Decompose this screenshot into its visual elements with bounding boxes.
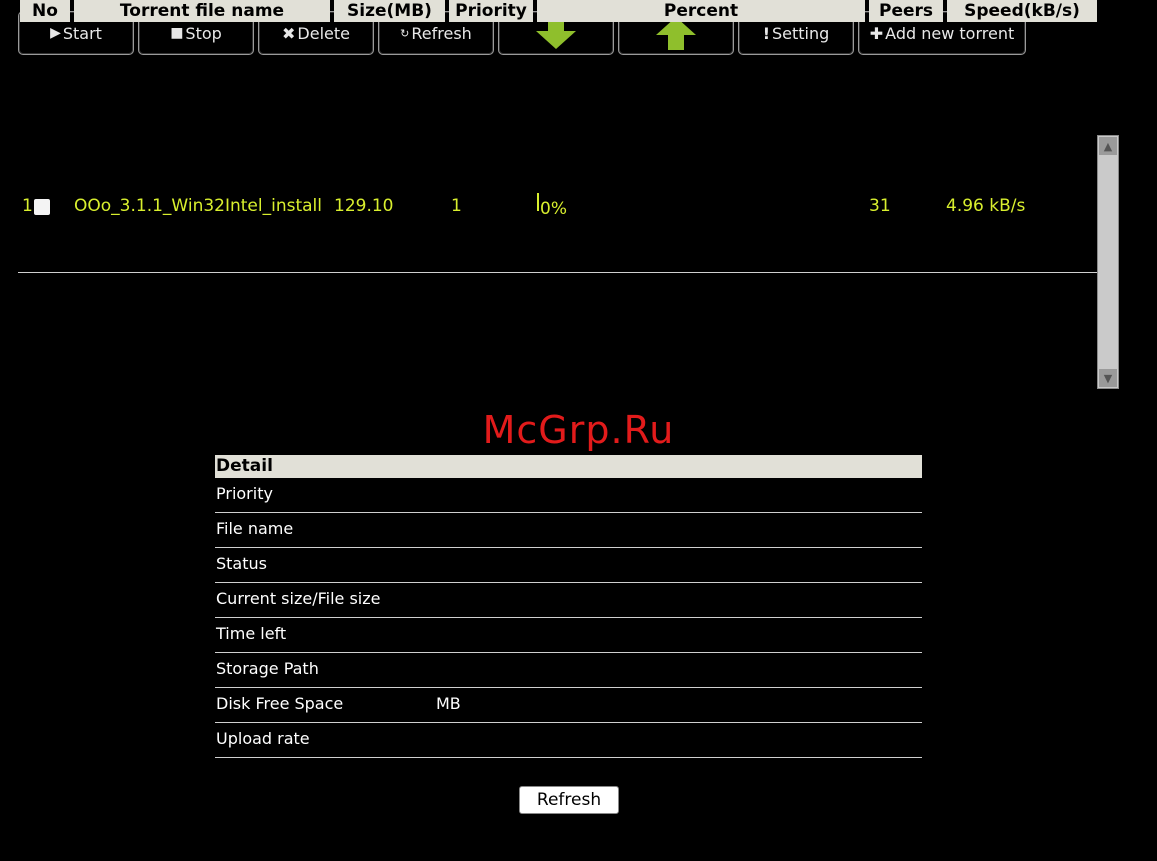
col-header-size: Size(MB) xyxy=(334,0,445,22)
col-header-name: Torrent file name xyxy=(74,0,330,22)
detail-row: Priority xyxy=(215,478,922,513)
x-icon: ✖ xyxy=(282,23,296,43)
scroll-up-icon[interactable]: ▲ xyxy=(1099,137,1117,155)
row-name: OOo_3.1.1_Win32Intel_install xyxy=(74,196,323,216)
col-header-peers: Peers xyxy=(869,0,943,22)
row-size: 129.10 xyxy=(334,196,394,216)
row-peers: 31 xyxy=(869,196,891,216)
detail-value: MB xyxy=(436,694,461,713)
exclamation-icon: ! xyxy=(762,23,770,43)
detail-label: Current size/File size xyxy=(216,589,381,608)
col-header-priority: Priority xyxy=(449,0,533,22)
play-icon: ▶ xyxy=(50,25,61,41)
detail-title: Detail xyxy=(215,455,922,478)
plus-icon: ✚ xyxy=(869,23,884,43)
watermark: McGrp.Ru xyxy=(482,408,675,452)
detail-label: Upload rate xyxy=(216,729,310,748)
row-percent: 0% xyxy=(537,190,617,222)
detail-label: Time left xyxy=(216,624,287,643)
detail-row: Disk Free Space MB xyxy=(215,688,922,723)
row-checkbox[interactable] xyxy=(34,199,50,215)
table-row[interactable]: 1 OOo_3.1.1_Win32Intel_install 129.10 1 … xyxy=(0,190,1100,222)
detail-row: Storage Path xyxy=(215,653,922,688)
row-priority: 1 xyxy=(451,196,462,216)
detail-row: Upload rate xyxy=(215,723,922,758)
detail-label: Status xyxy=(216,554,267,573)
refresh-icon: ↻ xyxy=(400,26,410,40)
row-speed: 4.96 kB/s xyxy=(946,196,1026,216)
col-header-percent: Percent xyxy=(537,0,865,22)
divider xyxy=(18,272,1098,273)
detail-row: Status xyxy=(215,548,922,583)
detail-label: File name xyxy=(216,519,294,538)
detail-label: Storage Path xyxy=(216,659,319,678)
scroll-down-icon[interactable]: ▼ xyxy=(1099,369,1117,387)
col-header-no: No xyxy=(20,0,70,22)
detail-row: Time left xyxy=(215,618,922,653)
detail-panel: Detail Priority File name Status Current… xyxy=(215,455,922,758)
stop-icon: ■ xyxy=(170,25,184,41)
row-no: 1 xyxy=(22,196,33,216)
detail-label: Priority xyxy=(216,484,273,503)
detail-row: File name xyxy=(215,513,922,548)
detail-row: Current size/File size xyxy=(215,583,922,618)
progress-bar xyxy=(537,193,539,211)
detail-refresh-button[interactable]: Refresh xyxy=(519,786,619,814)
scrollbar[interactable]: ▲ ▼ xyxy=(1097,135,1119,389)
detail-label: Disk Free Space xyxy=(216,694,344,713)
col-header-speed: Speed(kB/s) xyxy=(947,0,1097,22)
